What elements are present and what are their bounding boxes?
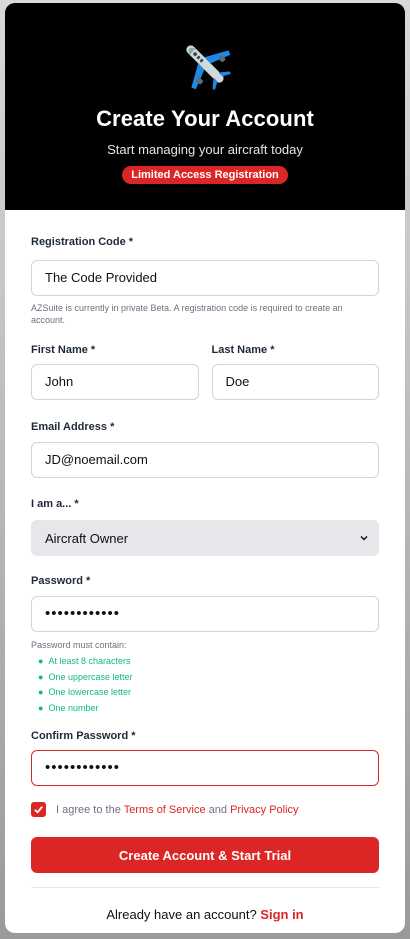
- last-name-group: Last Name * Doe: [211, 344, 379, 400]
- create-account-button[interactable]: Create Account & Start Trial: [31, 837, 379, 873]
- privacy-link[interactable]: Privacy Policy: [230, 804, 298, 816]
- password-input[interactable]: ••••••••••••: [31, 596, 379, 632]
- confirm-password-input[interactable]: ••••••••••••: [31, 750, 379, 786]
- email-label: Email Address *: [31, 421, 115, 433]
- requirement-item: ● One uppercase letter: [38, 671, 133, 682]
- role-select-value: Aircraft Owner: [45, 530, 129, 546]
- agree-text: I agree to the Terms of Service and Priv…: [56, 803, 299, 816]
- agree-row: I agree to the Terms of Service and Priv…: [31, 802, 379, 817]
- requirement-item: ● One lowercase letter: [38, 687, 131, 697]
- confirm-password-label: Confirm Password *: [31, 730, 136, 742]
- password-requirements-list: ● At least 8 characters ● One uppercase le…: [31, 654, 379, 716]
- signup-card: Create Your Account Start managing your …: [5, 3, 405, 933]
- confirm-password-masked-value: ••••••••••••: [45, 759, 121, 776]
- header: Create Your Account Start managing your …: [5, 3, 405, 210]
- registration-form: Registration Code * The Code Provided AZ…: [5, 210, 405, 922]
- page-title: Create Your Account: [96, 106, 314, 131]
- access-badge: Limited Access Registration: [122, 166, 288, 184]
- registration-code-label: Registration Code *: [31, 236, 134, 248]
- password-label: Password *: [31, 575, 91, 587]
- page-subtitle: Start managing your aircraft today: [107, 142, 303, 157]
- password-requirements-title: Password must contain:: [31, 640, 127, 650]
- requirement-item: ● One number: [38, 702, 99, 713]
- requirement-item: ● At least 8 characters: [38, 656, 131, 666]
- role-select[interactable]: Aircraft Owner: [31, 520, 379, 556]
- divider: [31, 887, 379, 888]
- first-name-label: First Name *: [31, 344, 96, 356]
- last-name-label: Last Name *: [211, 344, 275, 356]
- last-name-input[interactable]: Doe: [211, 364, 379, 400]
- signin-prompt: Already have an account?: [106, 907, 257, 922]
- agree-checkbox[interactable]: [31, 802, 46, 817]
- role-label: I am a... *: [31, 498, 79, 510]
- first-name-input[interactable]: John: [31, 364, 199, 400]
- registration-code-help: AZSuite is currently in private Beta. A …: [31, 303, 343, 325]
- chevron-down-icon: [360, 535, 368, 541]
- signin-link[interactable]: Sign in: [260, 907, 303, 922]
- airplane-icon: [186, 45, 231, 90]
- first-name-group: First Name * John: [31, 344, 199, 400]
- terms-link[interactable]: Terms of Service: [124, 804, 206, 816]
- checkmark-icon: [34, 806, 43, 814]
- email-input[interactable]: JD@noemail.com: [31, 442, 379, 478]
- password-masked-value: ••••••••••••: [45, 605, 121, 622]
- name-row: First Name * John Last Name * Doe: [31, 344, 379, 400]
- signin-line: Already have an account? Sign in: [31, 907, 379, 922]
- registration-code-input[interactable]: The Code Provided: [31, 260, 379, 296]
